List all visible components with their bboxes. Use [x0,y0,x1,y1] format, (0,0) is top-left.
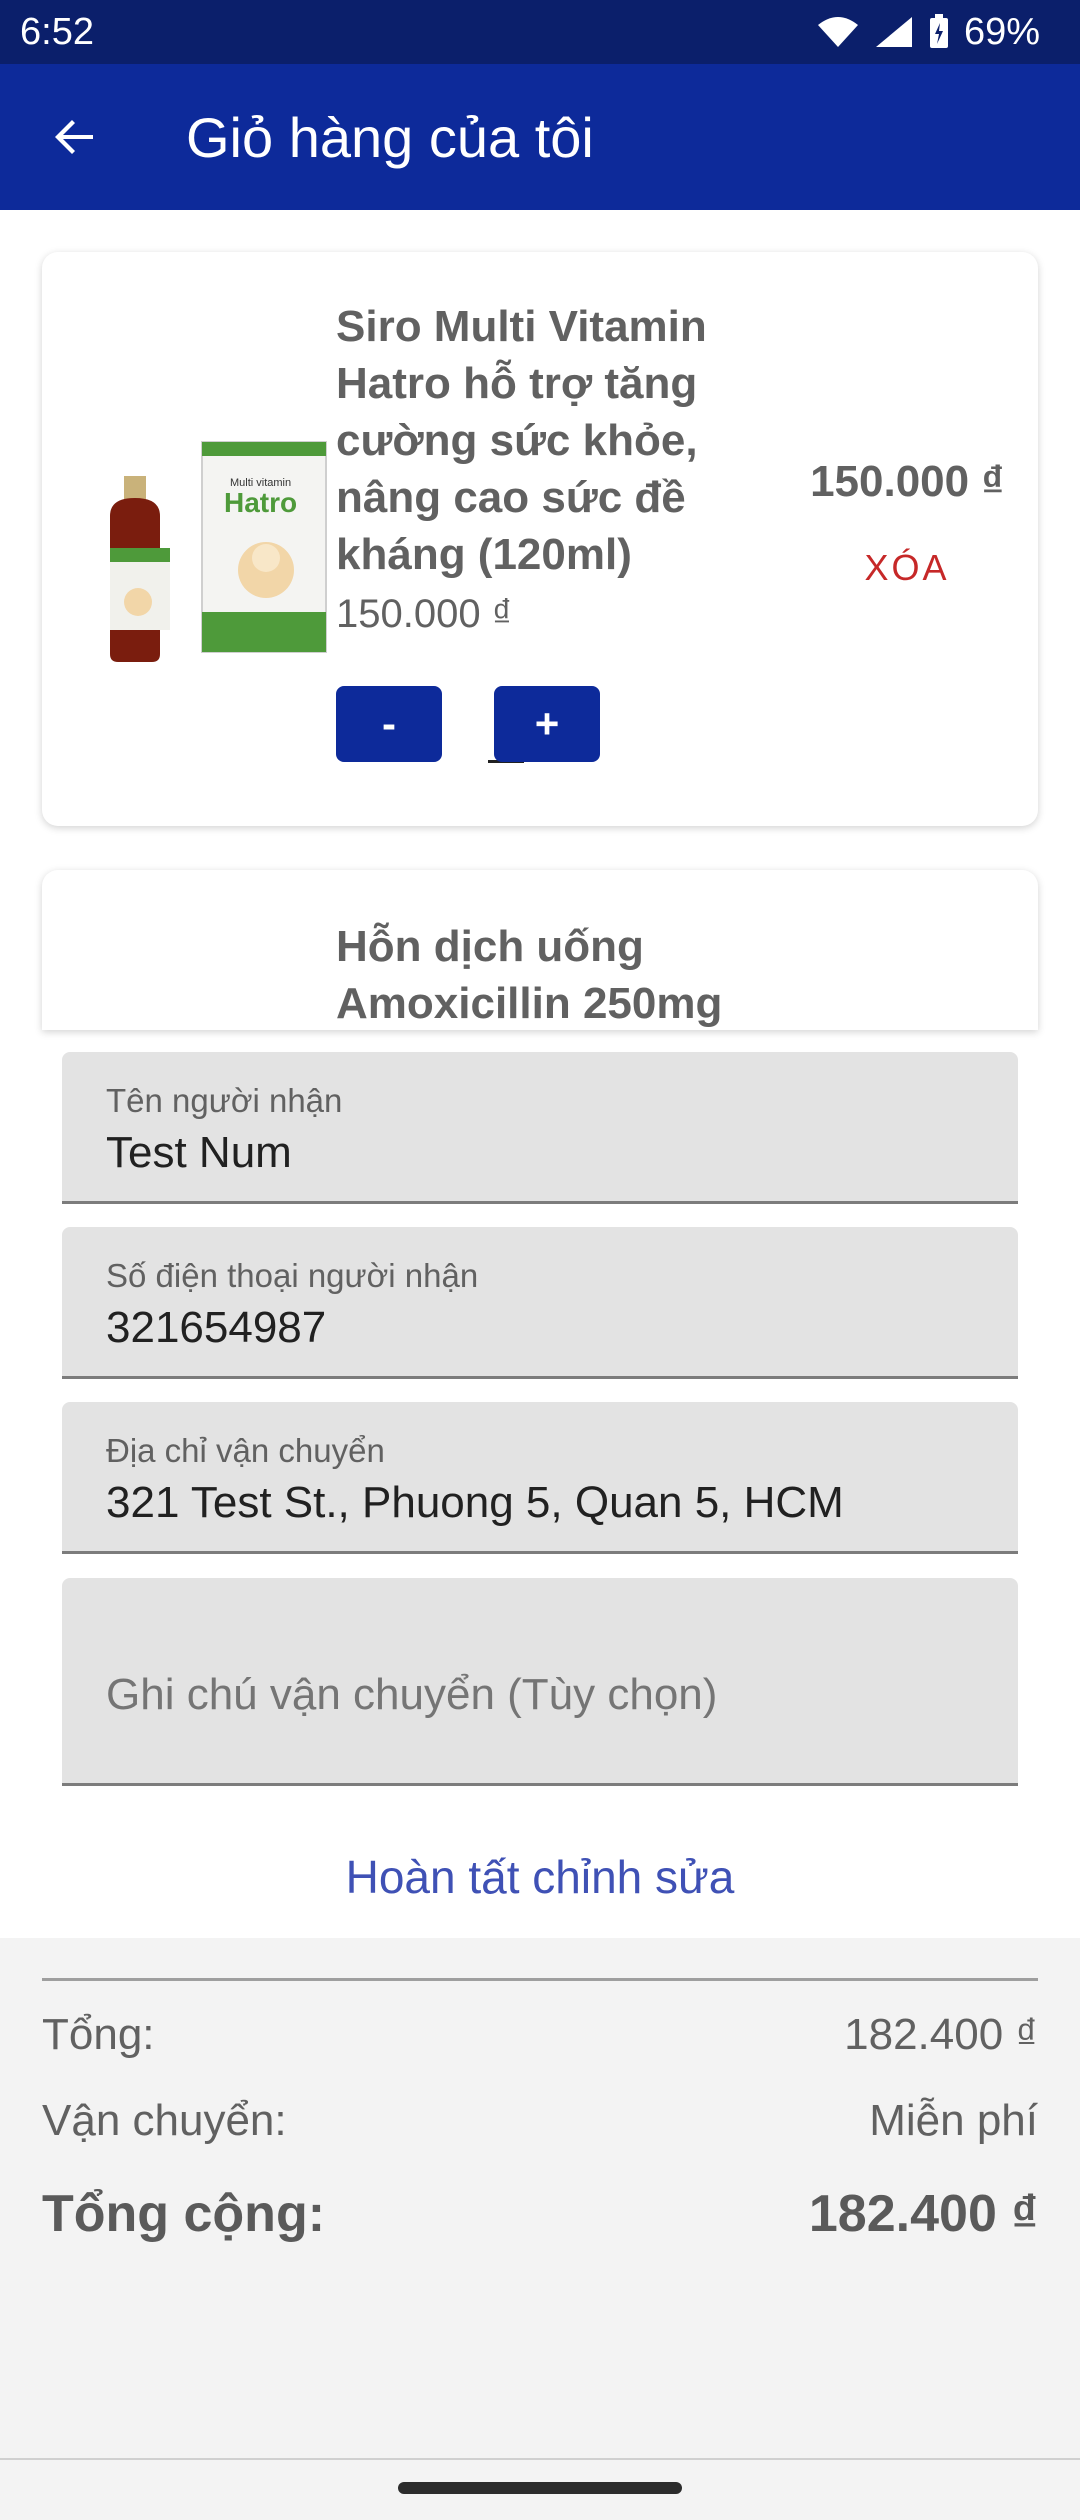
decrease-quantity-button[interactable]: - [336,686,442,762]
arrow-back-icon [55,120,93,154]
page-title: Giỏ hàng của tôi [186,105,594,169]
line-total-price: 150.000 ₫ [810,457,1004,506]
shipping-fee-row: Vận chuyển: Miễn phí [42,2096,1038,2146]
nav-divider [0,2458,1080,2460]
grand-total-row: Tổng cộng: 182.400 ₫ [42,2184,1038,2244]
cart-item-card: Hỗn dịch uống Amoxicillin 250mg [42,870,1038,1030]
order-summary: Tổng: 182.400 ₫ Vận chuyển: Miễn phí Tổn… [0,1938,1080,2520]
battery-icon [929,14,948,48]
cart-item-card: Multi vitamin Hatro Siro Multi Vitamin H… [42,252,1038,826]
recipient-phone-field[interactable]: Số điện thoại người nhận 321654987 [62,1227,1018,1379]
status-bar: 6:52 69% [0,0,1080,64]
delete-button[interactable]: XÓA [772,547,1038,589]
unit-price: 150.000 ₫ [336,592,513,636]
shipping-address-field[interactable]: Địa chỉ vận chuyển 321 Test St., Phuong … [62,1402,1018,1554]
subtotal-value: 182.400 ₫ [844,2010,1038,2059]
wifi-icon [817,17,858,47]
product-brand: Hatro [224,487,297,518]
subtotal-row: Tổng: 182.400 ₫ [42,2010,1038,2060]
status-time: 6:52 [20,10,94,53]
finish-editing-button[interactable]: Hoàn tất chỉnh sửa [0,1850,1080,1904]
signal-icon [875,17,912,47]
shipping-address-value: 321 Test St., Phuong 5, Quan 5, HCM [106,1478,844,1527]
gesture-nav-handle[interactable] [398,2482,682,2494]
back-button[interactable] [40,102,110,172]
shipping-note-field[interactable]: Ghi chú vận chuyển (Tùy chọn) [62,1578,1018,1786]
summary-divider [42,1978,1038,1981]
recipient-phone-label: Số điện thoại người nhận [106,1257,479,1294]
recipient-name-value: Test Num [106,1128,292,1177]
grand-total-value: 182.400 ₫ [808,2185,1038,2243]
product-name: Siro Multi Vitamin Hatro hỗ trợ tăng cườ… [336,302,707,579]
increase-quantity-button[interactable]: + [494,686,600,762]
battery-percent: 69% [963,10,1040,53]
recipient-name-label: Tên người nhận [106,1082,343,1119]
recipient-name-field[interactable]: Tên người nhận Test Num [62,1052,1018,1204]
grand-total-label: Tổng cộng: [42,2185,326,2243]
product-image: Multi vitamin Hatro [110,441,327,662]
subtotal-label: Tổng: [42,2010,155,2059]
recipient-phone-value: 321654987 [106,1303,327,1352]
product-name: Hỗn dịch uống Amoxicillin 250mg [336,922,723,1028]
shipping-note-placeholder: Ghi chú vận chuyển (Tùy chọn) [106,1670,718,1719]
status-icons: 69% [816,11,1040,54]
shipping-fee-label: Vận chuyển: [42,2096,287,2145]
app-bar: Giỏ hàng của tôi [0,64,1080,210]
shipping-address-label: Địa chỉ vận chuyển [106,1432,385,1469]
shipping-fee-value: Miễn phí [869,2096,1038,2145]
